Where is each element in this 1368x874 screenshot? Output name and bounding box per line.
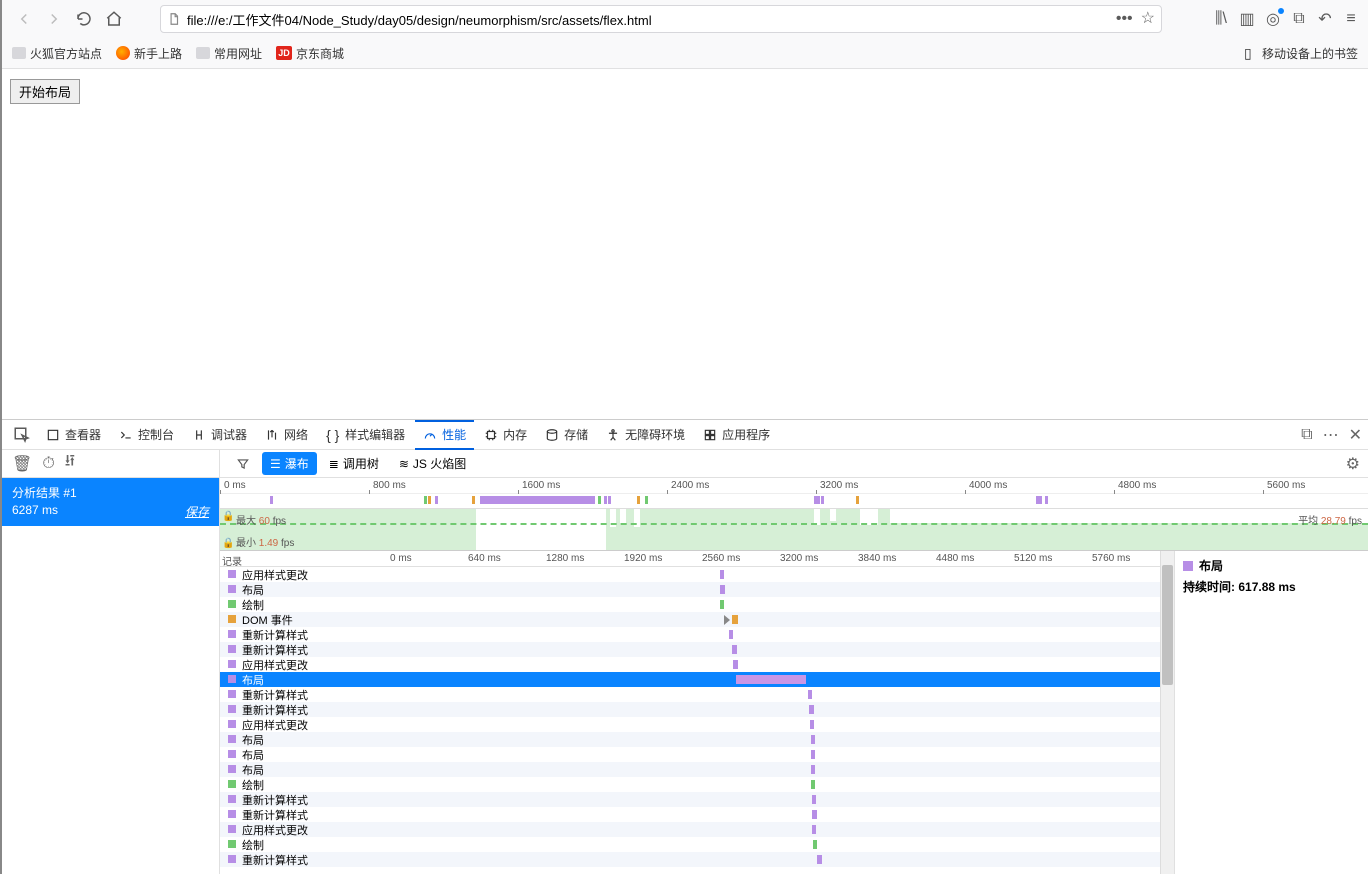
browser-chrome: file:///e:/工作文件04/Node_Study/day05/desig… <box>2 0 1368 69</box>
inspect-element-icon[interactable] <box>8 421 36 449</box>
detail-title: 布局 <box>1199 557 1223 574</box>
browser-toolbar: file:///e:/工作文件04/Node_Study/day05/desig… <box>2 0 1368 38</box>
performance-panel: ☰瀑布 ≣调用树 ≋JS 火焰图 ⚙ 0 ms800 ms1600 ms2400… <box>220 450 1368 874</box>
back-button[interactable] <box>10 5 38 33</box>
filter-icon[interactable] <box>228 454 258 474</box>
waterfall-row[interactable]: 应用样式更改 <box>220 657 1160 672</box>
waterfall-row[interactable]: 布局 <box>220 732 1160 747</box>
view-calltree[interactable]: ≣调用树 <box>321 452 387 475</box>
devtools-panel: 查看器 控制台 调试器 网络 { }样式编辑器 性能 内存 存储 无障碍环境 应… <box>2 419 1368 874</box>
waterfall-rows[interactable]: 应用样式更改布局绘制DOM 事件重新计算样式重新计算样式应用样式更改布局重新计算… <box>220 567 1160 874</box>
detail-duration: 617.88 ms <box>1238 580 1295 594</box>
url-text: file:///e:/工作文件04/Node_Study/day05/desig… <box>187 10 1110 29</box>
waterfall-row[interactable]: 重新计算样式 <box>220 642 1160 657</box>
waterfall-row[interactable]: 应用样式更改 <box>220 567 1160 582</box>
lock-icon: 🔒 <box>222 511 234 522</box>
waterfall-ruler[interactable]: 记录 0 ms640 ms1280 ms1920 ms2560 ms3200 m… <box>220 551 1160 567</box>
waterfall-row[interactable]: 绘制 <box>220 597 1160 612</box>
screenshot-icon[interactable]: ⧉ <box>1290 10 1308 28</box>
waterfall-row[interactable]: 布局 <box>220 672 1160 687</box>
firefox-icon <box>116 46 130 60</box>
waterfall-row[interactable]: 布局 <box>220 762 1160 777</box>
waterfall-row[interactable]: 绘制 <box>220 777 1160 792</box>
more-icon[interactable]: ••• <box>1116 11 1133 27</box>
recording-title: 分析结果 #1 <box>12 484 209 501</box>
tab-console[interactable]: 控制台 <box>111 420 182 450</box>
devtools-tabs: 查看器 控制台 调试器 网络 { }样式编辑器 性能 内存 存储 无障碍环境 应… <box>2 420 1368 450</box>
waterfall-row[interactable]: 布局 <box>220 582 1160 597</box>
save-link[interactable]: 保存 <box>185 503 209 520</box>
stopwatch-icon[interactable]: ⏱ <box>42 455 54 473</box>
overview-timeline[interactable]: 0 ms800 ms1600 ms2400 ms3200 ms4000 ms48… <box>220 478 1368 551</box>
start-layout-button[interactable]: 开始布局 <box>10 79 80 104</box>
import-icon[interactable]: ⭿ <box>65 450 75 477</box>
tab-application[interactable]: 应用程序 <box>695 420 778 450</box>
sidebar-icon[interactable]: ▥ <box>1238 10 1256 28</box>
bookmark-star-icon[interactable]: ☆ <box>1141 11 1155 27</box>
page-content: 开始布局 <box>2 69 1368 419</box>
tab-network[interactable]: 网络 <box>257 420 316 450</box>
waterfall-row[interactable]: 重新计算样式 <box>220 852 1160 867</box>
responsive-icon[interactable]: ⧉ <box>1301 426 1312 444</box>
scrollbar[interactable] <box>1160 551 1174 874</box>
mobile-icon: ▯ <box>1244 46 1258 60</box>
url-bar[interactable]: file:///e:/工作文件04/Node_Study/day05/desig… <box>160 5 1162 33</box>
waterfall-row[interactable]: DOM 事件 <box>220 612 1160 627</box>
chrome-right-icons: ⫼\ ▥ ◎ ⧉ ↶ ≡ <box>1212 10 1360 28</box>
reload-button[interactable] <box>70 5 98 33</box>
mobile-bookmarks[interactable]: ▯移动设备上的书签 <box>1244 45 1358 62</box>
tab-accessibility[interactable]: 无障碍环境 <box>598 420 693 450</box>
view-waterfall[interactable]: ☰瀑布 <box>262 452 317 475</box>
delete-icon[interactable]: 🗑 <box>12 454 32 474</box>
waterfall-row[interactable]: 应用样式更改 <box>220 717 1160 732</box>
waterfall-row[interactable]: 重新计算样式 <box>220 807 1160 822</box>
bookmark-item[interactable]: JD京东商城 <box>276 45 344 62</box>
lock-icon: 🔒 <box>222 538 234 549</box>
folder-icon <box>12 47 26 59</box>
tab-memory[interactable]: 内存 <box>476 420 535 450</box>
home-button[interactable] <box>100 5 128 33</box>
menu-icon[interactable]: ≡ <box>1342 10 1360 28</box>
tab-debugger[interactable]: 调试器 <box>184 420 255 450</box>
waterfall-row[interactable]: 重新计算样式 <box>220 627 1160 642</box>
bookmark-item[interactable]: 常用网址 <box>196 45 262 62</box>
color-swatch <box>1183 561 1193 571</box>
recordings-sidebar: 🗑 ⏱ ⭿ 分析结果 #1 6287 ms 保存 <box>2 450 220 874</box>
url-actions: ••• ☆ <box>1116 11 1155 27</box>
account-icon[interactable]: ◎ <box>1264 10 1282 28</box>
tab-performance[interactable]: 性能 <box>415 420 474 450</box>
bookmarks-bar: 火狐官方站点 新手上路 常用网址 JD京东商城 ▯移动设备上的书签 <box>2 38 1368 68</box>
view-flame[interactable]: ≋JS 火焰图 <box>391 452 474 475</box>
recording-duration: 6287 ms <box>12 503 58 520</box>
library-icon[interactable]: ⫼\ <box>1212 10 1230 28</box>
tab-inspector[interactable]: 查看器 <box>38 420 109 450</box>
waterfall-row[interactable]: 重新计算样式 <box>220 687 1160 702</box>
tab-style-editor[interactable]: { }样式编辑器 <box>318 420 413 450</box>
file-icon <box>167 12 181 26</box>
waterfall-row[interactable]: 布局 <box>220 747 1160 762</box>
close-devtools-icon[interactable]: ✕ <box>1349 425 1362 445</box>
waterfall-row[interactable]: 重新计算样式 <box>220 792 1160 807</box>
kebab-icon[interactable]: ⋯ <box>1323 425 1339 445</box>
undo-icon[interactable]: ↶ <box>1316 10 1334 28</box>
fps-graph: 🔒 最大 60 fps 🔒 最小 1.49 fps 平均 28.79 fps <box>220 508 1368 550</box>
waterfall-row[interactable]: 重新计算样式 <box>220 702 1160 717</box>
jd-icon: JD <box>276 46 292 60</box>
settings-gear-icon[interactable]: ⚙ <box>1346 454 1360 474</box>
scrollbar-thumb[interactable] <box>1162 565 1173 685</box>
bookmark-item[interactable]: 火狐官方站点 <box>12 45 102 62</box>
forward-button[interactable] <box>40 5 68 33</box>
waterfall-row[interactable]: 应用样式更改 <box>220 822 1160 837</box>
folder-icon <box>196 47 210 59</box>
waterfall-main: 记录 0 ms640 ms1280 ms1920 ms2560 ms3200 m… <box>220 551 1160 874</box>
detail-panel: 布局 持续时间: 617.88 ms <box>1174 551 1368 874</box>
waterfall-row[interactable]: 绘制 <box>220 837 1160 852</box>
tab-storage[interactable]: 存储 <box>537 420 596 450</box>
bookmark-item[interactable]: 新手上路 <box>116 45 182 62</box>
recording-item[interactable]: 分析结果 #1 6287 ms 保存 <box>2 478 219 526</box>
